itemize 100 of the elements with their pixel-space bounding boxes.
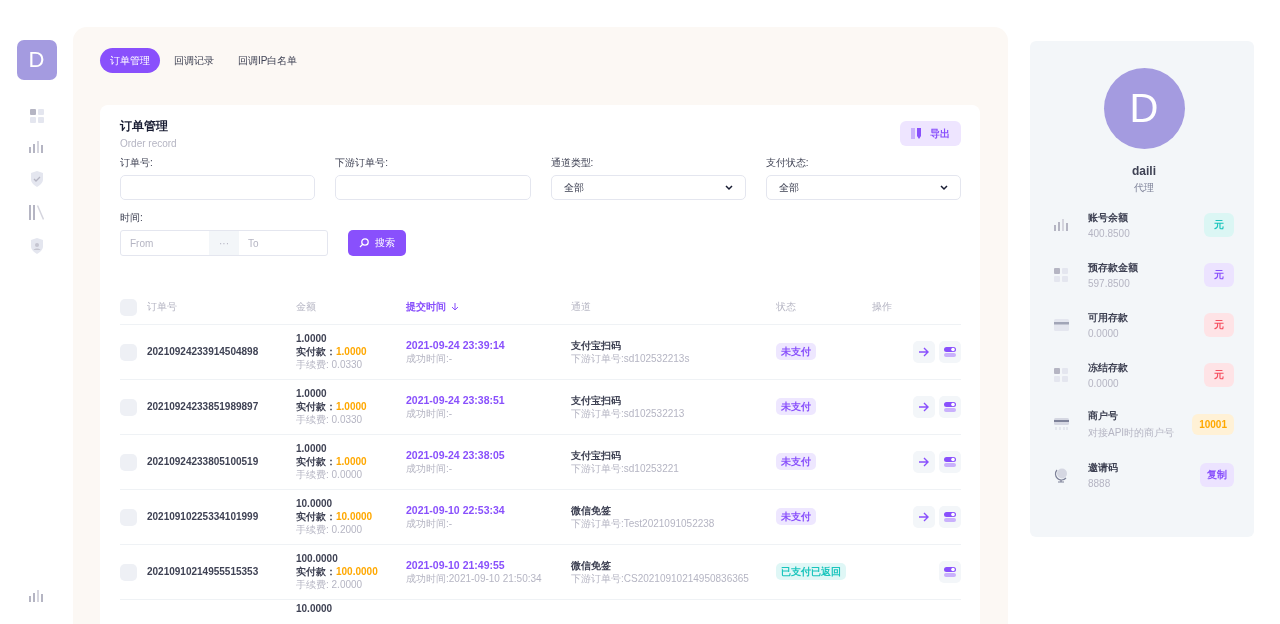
caret-down-icon bbox=[940, 184, 948, 191]
status-tag: 未支付 bbox=[776, 508, 816, 525]
column-header[interactable]: 提交时间 bbox=[406, 301, 459, 313]
stat-badge: 元 bbox=[1204, 362, 1234, 387]
fee: 手续费: 2.0000 bbox=[296, 579, 364, 591]
paid-label: 实付款： bbox=[296, 566, 336, 577]
channel-name: 支付宝扫码 bbox=[571, 339, 622, 352]
forward-button[interactable] bbox=[913, 451, 935, 473]
arrow-right-icon bbox=[918, 511, 930, 523]
success-time: 成功时间:- bbox=[406, 407, 454, 420]
stat-badge: 元 bbox=[1204, 212, 1234, 237]
column-header: 状态 bbox=[776, 301, 797, 313]
date-from-field[interactable]: From bbox=[121, 231, 209, 255]
profile-avatar: D bbox=[1103, 68, 1185, 149]
globe-icon bbox=[1054, 466, 1069, 483]
field-label: 订单号: bbox=[120, 156, 154, 170]
grid-icon bbox=[1054, 267, 1068, 282]
stat-value: 0.0000 bbox=[1088, 327, 1120, 339]
books-icon[interactable] bbox=[29, 205, 44, 220]
search-icon bbox=[359, 238, 369, 248]
card-reader-icon bbox=[1054, 418, 1069, 431]
order-number: 20210910214955515353 bbox=[147, 566, 260, 578]
order-number: 20210924233851989897 bbox=[147, 401, 260, 413]
forward-button[interactable] bbox=[913, 506, 935, 528]
stat-value: 597.8500 bbox=[1088, 277, 1131, 289]
search-button[interactable]: 搜索 bbox=[348, 230, 406, 256]
bar-chart-icon[interactable] bbox=[29, 590, 44, 602]
columns-icon bbox=[911, 128, 922, 139]
toggle-button[interactable] bbox=[939, 396, 961, 418]
paid-amount: 100.0000 bbox=[336, 566, 378, 577]
stat-label: 商户号 bbox=[1088, 409, 1119, 423]
input-field[interactable] bbox=[120, 175, 316, 200]
column-header: 订单号 bbox=[147, 301, 178, 313]
status-tag: 已支付已返回 bbox=[776, 563, 846, 580]
toggle-button[interactable] bbox=[939, 561, 961, 583]
paid-label: 实付款： bbox=[296, 346, 336, 357]
success-time: 成功时间:- bbox=[406, 517, 454, 530]
toggle-icon bbox=[944, 456, 956, 468]
toggle-icon bbox=[944, 401, 956, 413]
downstream-order: 下游订单号:Test2021091052238 bbox=[571, 517, 716, 530]
submit-time: 2021-09-10 22:53:34 bbox=[406, 504, 506, 517]
success-time: 成功时间:- bbox=[406, 352, 454, 365]
fee: 手续费: 0.2000 bbox=[296, 524, 364, 536]
order-number: 20210924233914504898 bbox=[147, 346, 260, 358]
submit-time: 2021-09-10 21:49:55 bbox=[406, 559, 506, 572]
paid-label: 实付款： bbox=[296, 401, 336, 412]
range-separator: ··· bbox=[209, 231, 239, 255]
arrow-right-icon bbox=[918, 401, 930, 413]
fee: 手续费: 0.0330 bbox=[296, 359, 364, 371]
amount: 10.0000 bbox=[296, 498, 334, 510]
toggle-button[interactable] bbox=[939, 341, 961, 363]
fee: 手续费: 0.0330 bbox=[296, 414, 364, 426]
downstream-order: 下游订单号:sd102532213 bbox=[571, 407, 686, 420]
input-field[interactable] bbox=[335, 175, 531, 200]
field-label: 时间: bbox=[120, 211, 144, 225]
status-tag: 未支付 bbox=[776, 398, 816, 415]
stat-value: 0.0000 bbox=[1088, 377, 1120, 389]
tab[interactable]: 回调记录 bbox=[164, 48, 224, 73]
field-label: 支付状态: bbox=[765, 156, 810, 170]
grid-icon[interactable] bbox=[29, 109, 44, 123]
card-subtitle: Order record bbox=[120, 138, 177, 149]
arrow-right-icon bbox=[918, 456, 930, 468]
channel-name: 微信免签 bbox=[571, 504, 612, 517]
user-avatar[interactable]: D bbox=[16, 40, 57, 80]
stat-label: 邀请码 bbox=[1088, 460, 1119, 475]
user-role: 代理 bbox=[1134, 181, 1154, 195]
date-to-field[interactable]: To bbox=[239, 231, 327, 255]
forward-button[interactable] bbox=[913, 396, 935, 418]
status-tag: 未支付 bbox=[776, 453, 816, 470]
forward-button[interactable] bbox=[913, 341, 935, 363]
downstream-order: 下游订单号:sd10253221 bbox=[571, 462, 680, 475]
select-field[interactable]: 全部 bbox=[550, 175, 746, 200]
downstream-order: 下游订单号:sd102532213s bbox=[571, 352, 691, 365]
channel-name: 微信免签 bbox=[571, 559, 612, 572]
export-button[interactable]: 导出 bbox=[900, 121, 961, 146]
field-label: 通道类型: bbox=[550, 156, 595, 170]
stat-badge: 元 bbox=[1204, 262, 1234, 287]
select-field[interactable]: 全部 bbox=[765, 175, 961, 200]
user-name: daili bbox=[1132, 164, 1156, 178]
stat-badge: 元 bbox=[1204, 312, 1234, 337]
submit-time: 2021-09-24 23:39:14 bbox=[406, 339, 506, 352]
tab[interactable]: 订单管理 bbox=[100, 48, 160, 73]
toggle-button[interactable] bbox=[939, 506, 961, 528]
toggle-icon bbox=[944, 566, 956, 578]
bar-chart-icon[interactable] bbox=[29, 141, 44, 153]
caret-down-icon bbox=[724, 184, 733, 191]
tab[interactable]: 回调IP白名单 bbox=[228, 48, 308, 73]
order-number: 20210910225334101999 bbox=[147, 511, 260, 523]
amount: 1.0000 bbox=[296, 388, 328, 400]
toggle-button[interactable] bbox=[939, 451, 961, 473]
paid-amount: 1.0000 bbox=[336, 401, 367, 412]
status-tag: 未支付 bbox=[776, 343, 816, 360]
amount: 10.0000 bbox=[296, 603, 334, 615]
shield-user-icon[interactable] bbox=[29, 238, 44, 254]
paid-amount: 1.0000 bbox=[336, 456, 367, 467]
stat-badge: 复制 bbox=[1200, 462, 1234, 487]
stat-label: 账号余额 bbox=[1088, 210, 1129, 225]
card-title: 订单管理 bbox=[120, 118, 169, 135]
grid-icon bbox=[1054, 367, 1068, 382]
shield-check-icon[interactable] bbox=[29, 171, 44, 187]
